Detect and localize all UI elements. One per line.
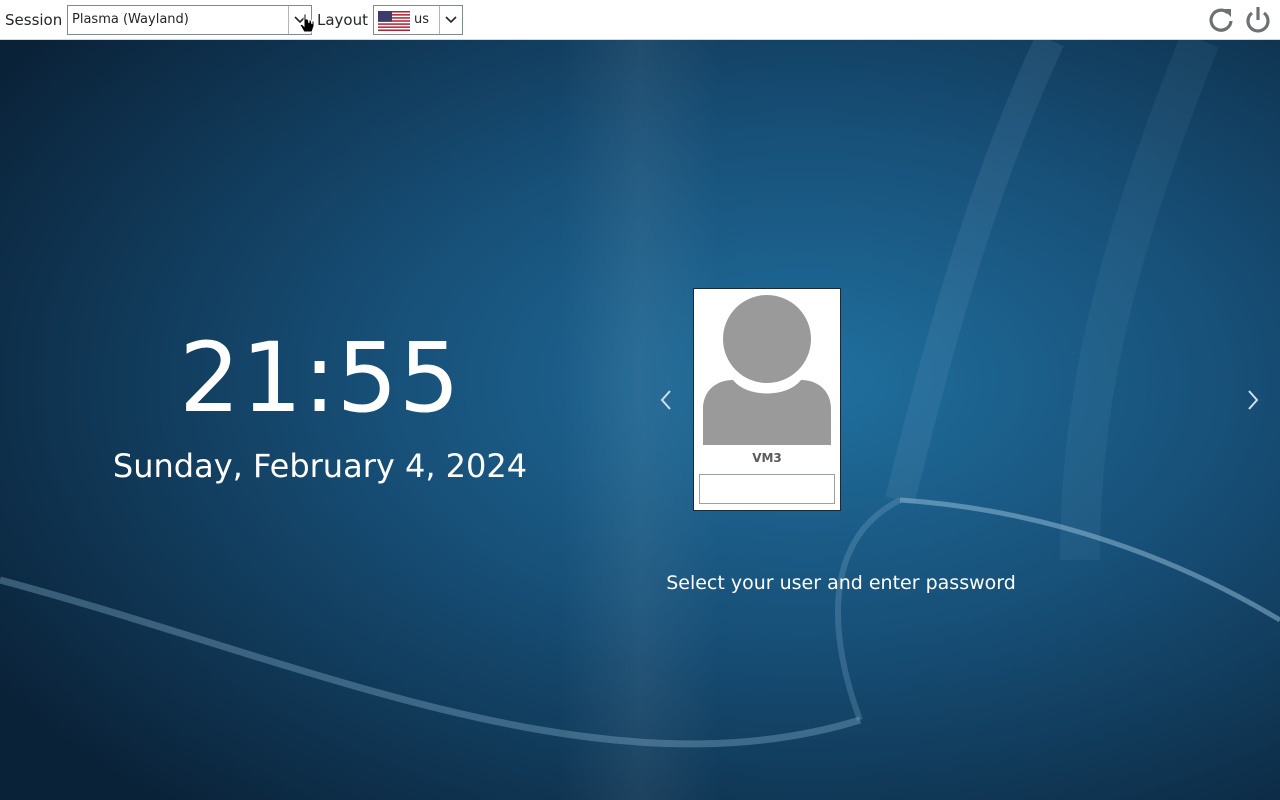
layout-select[interactable]: us bbox=[373, 5, 463, 35]
chevron-right-icon bbox=[1248, 390, 1259, 410]
user-card[interactable]: VM3 bbox=[693, 288, 841, 511]
top-bar: Session Plasma (Wayland) Layout us bbox=[0, 0, 1280, 40]
chevron-down-icon[interactable] bbox=[439, 6, 462, 34]
mouse-cursor-icon bbox=[299, 13, 315, 33]
session-value: Plasma (Wayland) bbox=[72, 12, 189, 27]
next-user-button[interactable] bbox=[1241, 388, 1265, 412]
layout-value: us bbox=[414, 12, 430, 27]
user-avatar-icon bbox=[703, 295, 831, 445]
power-icon bbox=[1246, 7, 1270, 33]
clock-time: 21:55 bbox=[179, 322, 461, 434]
session-label: Session bbox=[5, 11, 63, 29]
layout-label: Layout bbox=[317, 11, 368, 29]
reboot-icon bbox=[1209, 8, 1233, 32]
password-field[interactable] bbox=[699, 474, 835, 504]
shutdown-button[interactable] bbox=[1242, 4, 1274, 36]
login-prompt: Select your user and enter password bbox=[666, 572, 1016, 594]
chevron-left-icon bbox=[660, 390, 671, 410]
login-screen: Session Plasma (Wayland) Layout us 21:55… bbox=[0, 0, 1280, 800]
username-label: VM3 bbox=[752, 451, 782, 465]
previous-user-button[interactable] bbox=[654, 388, 678, 412]
reboot-button[interactable] bbox=[1205, 4, 1237, 36]
clock-date: Sunday, February 4, 2024 bbox=[112, 447, 528, 485]
session-select[interactable]: Plasma (Wayland) bbox=[67, 5, 312, 35]
us-flag-icon bbox=[378, 11, 410, 31]
